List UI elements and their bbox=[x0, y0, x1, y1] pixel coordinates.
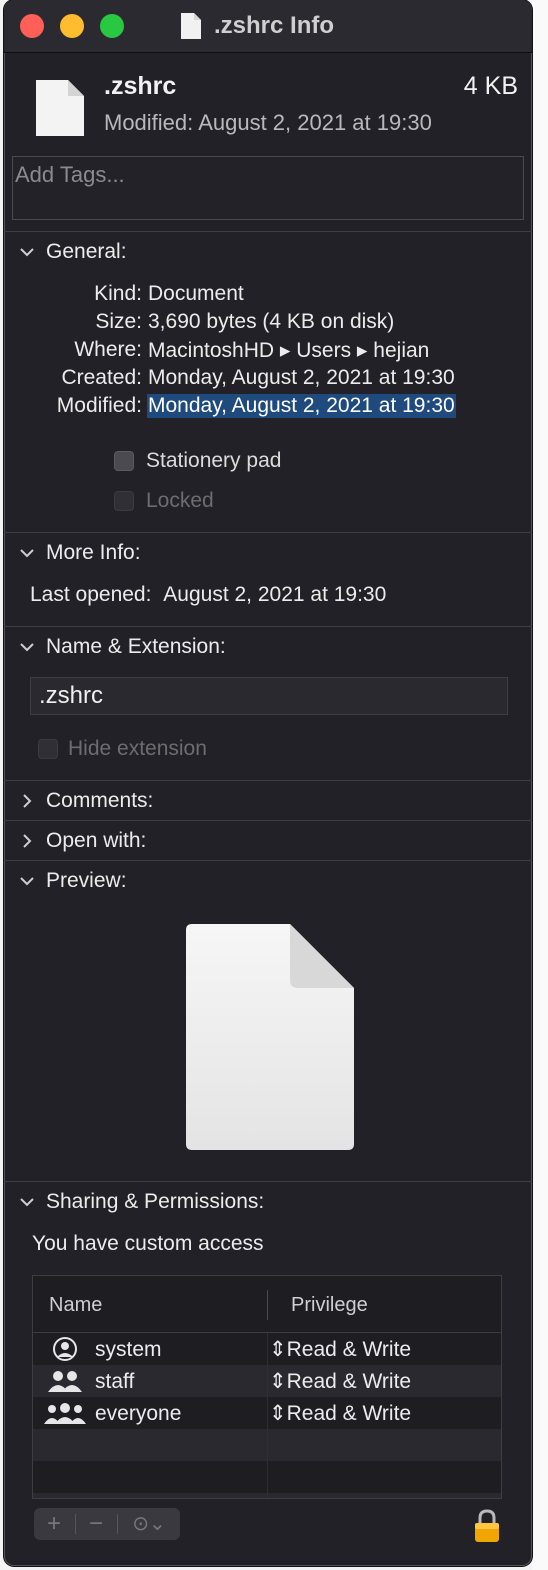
permissions-table: Name Privilege system ⇕Read & Write staf… bbox=[32, 1275, 502, 1499]
section-more-info-toggle[interactable]: More Info: bbox=[18, 538, 141, 568]
section-preview-title: Preview: bbox=[46, 869, 127, 892]
chevron-down-icon bbox=[20, 248, 34, 257]
section-open-with-toggle[interactable]: Open with: bbox=[18, 826, 146, 856]
section-comments-title: Comments: bbox=[46, 789, 154, 812]
permissions-button-bar: + − ⊙⌄ bbox=[34, 1508, 180, 1540]
section-name-extension-title: Name & Extension: bbox=[46, 635, 226, 658]
stationery-pad-checkbox[interactable] bbox=[114, 451, 134, 471]
section-general-title: General: bbox=[46, 240, 127, 263]
chevron-right-icon bbox=[23, 834, 32, 848]
divider bbox=[4, 626, 532, 627]
chevron-down-icon bbox=[20, 643, 34, 652]
window-title-group: .zshrc Info bbox=[180, 10, 334, 42]
permission-user-name: staff bbox=[95, 1370, 135, 1393]
privilege-value: Read & Write bbox=[286, 1370, 412, 1393]
document-preview-icon bbox=[186, 924, 354, 1150]
name-field-box bbox=[30, 677, 508, 715]
up-down-arrows-icon: ⇕ bbox=[269, 1402, 287, 1425]
header-modified: Modified: August 2, 2021 at 19:30 bbox=[104, 110, 432, 136]
divider bbox=[4, 780, 532, 781]
last-opened-value: August 2, 2021 at 19:30 bbox=[163, 583, 387, 606]
name-input[interactable] bbox=[31, 678, 507, 714]
where-value: MacintoshHD ▸ Users ▸ hejian bbox=[148, 339, 430, 362]
column-header-name[interactable]: Name bbox=[49, 1276, 102, 1332]
up-down-arrows-icon: ⇕ bbox=[269, 1338, 287, 1361]
header-modified-label: Modified: bbox=[104, 110, 194, 135]
created-label: Created: bbox=[61, 366, 142, 389]
locked-label: Locked bbox=[146, 489, 214, 512]
created-value: Monday, August 2, 2021 at 19:30 bbox=[148, 366, 455, 389]
tags-input[interactable] bbox=[13, 157, 523, 219]
divider bbox=[4, 532, 532, 533]
file-name: .zshrc bbox=[104, 72, 177, 100]
privilege-popup[interactable]: ⇕Read & Write bbox=[269, 1333, 411, 1367]
section-sharing-toggle[interactable]: Sharing & Permissions: bbox=[18, 1187, 264, 1217]
size-label: Size: bbox=[95, 310, 142, 333]
privilege-popup[interactable]: ⇕Read & Write bbox=[269, 1365, 411, 1399]
column-divider bbox=[267, 1290, 268, 1320]
title-bar: .zshrc Info bbox=[4, 0, 532, 53]
remove-user-button[interactable]: − bbox=[76, 1508, 116, 1540]
chevron-down-icon bbox=[20, 549, 34, 558]
divider bbox=[4, 860, 532, 861]
minimize-button[interactable] bbox=[60, 14, 84, 38]
zoom-button[interactable] bbox=[100, 14, 124, 38]
section-preview-toggle[interactable]: Preview: bbox=[18, 866, 127, 896]
kind-label: Kind: bbox=[94, 282, 142, 305]
chevron-down-icon bbox=[20, 877, 34, 886]
permission-user-name: system bbox=[95, 1338, 162, 1361]
section-open-with-title: Open with: bbox=[46, 829, 147, 852]
lock-icon[interactable] bbox=[472, 1508, 502, 1544]
divider bbox=[4, 820, 532, 821]
permission-user-name: everyone bbox=[95, 1402, 182, 1425]
hide-extension-checkbox[interactable] bbox=[38, 739, 58, 759]
privilege-popup[interactable]: ⇕Read & Write bbox=[269, 1397, 411, 1431]
privilege-value: Read & Write bbox=[286, 1402, 412, 1425]
custom-access-text: You have custom access bbox=[32, 1232, 264, 1255]
file-icon bbox=[36, 80, 84, 136]
group-icon bbox=[48, 1371, 82, 1392]
info-window: .zshrc Info .zshrc 4 KB Modified: August… bbox=[4, 0, 532, 1566]
user-circle-icon bbox=[53, 1337, 77, 1361]
where-label: Where: bbox=[74, 338, 142, 361]
last-opened-label: Last opened: bbox=[30, 583, 152, 606]
file-size: 4 KB bbox=[463, 72, 518, 100]
section-comments-toggle[interactable]: Comments: bbox=[18, 786, 153, 816]
divider bbox=[4, 1181, 532, 1182]
column-divider bbox=[267, 1333, 268, 1498]
close-button[interactable] bbox=[20, 14, 44, 38]
locked-checkbox[interactable] bbox=[114, 491, 134, 511]
up-down-arrows-icon: ⇕ bbox=[269, 1370, 287, 1393]
modified-label: Modified: bbox=[56, 394, 142, 417]
hide-extension-label: Hide extension bbox=[68, 737, 207, 760]
background-window-strip bbox=[532, 0, 548, 1570]
size-value: 3,690 bytes (4 KB on disk) bbox=[148, 310, 395, 333]
last-opened-row: Last opened: August 2, 2021 at 19:30 bbox=[30, 583, 386, 607]
action-menu-button[interactable]: ⊙⌄ bbox=[118, 1508, 180, 1540]
everyone-icon bbox=[44, 1403, 86, 1424]
stationery-pad-label: Stationery pad bbox=[146, 449, 282, 472]
section-general-toggle[interactable]: General: bbox=[18, 237, 127, 267]
privilege-value: Read & Write bbox=[286, 1338, 412, 1361]
window-title: .zshrc Info bbox=[214, 12, 335, 39]
tags-field-box bbox=[12, 156, 524, 220]
chevron-right-icon bbox=[23, 794, 32, 808]
modified-value-selected[interactable]: Monday, August 2, 2021 at 19:30 bbox=[147, 394, 456, 418]
add-user-button[interactable]: + bbox=[34, 1508, 74, 1540]
document-icon bbox=[181, 13, 201, 39]
chevron-down-icon bbox=[20, 1198, 34, 1207]
header-modified-value: August 2, 2021 at 19:30 bbox=[198, 110, 432, 135]
section-sharing-title: Sharing & Permissions: bbox=[46, 1190, 265, 1213]
column-header-privilege[interactable]: Privilege bbox=[291, 1276, 368, 1332]
section-more-info-title: More Info: bbox=[46, 541, 141, 564]
divider bbox=[4, 231, 532, 232]
section-name-extension-toggle[interactable]: Name & Extension: bbox=[18, 632, 226, 662]
kind-value: Document bbox=[148, 282, 244, 305]
